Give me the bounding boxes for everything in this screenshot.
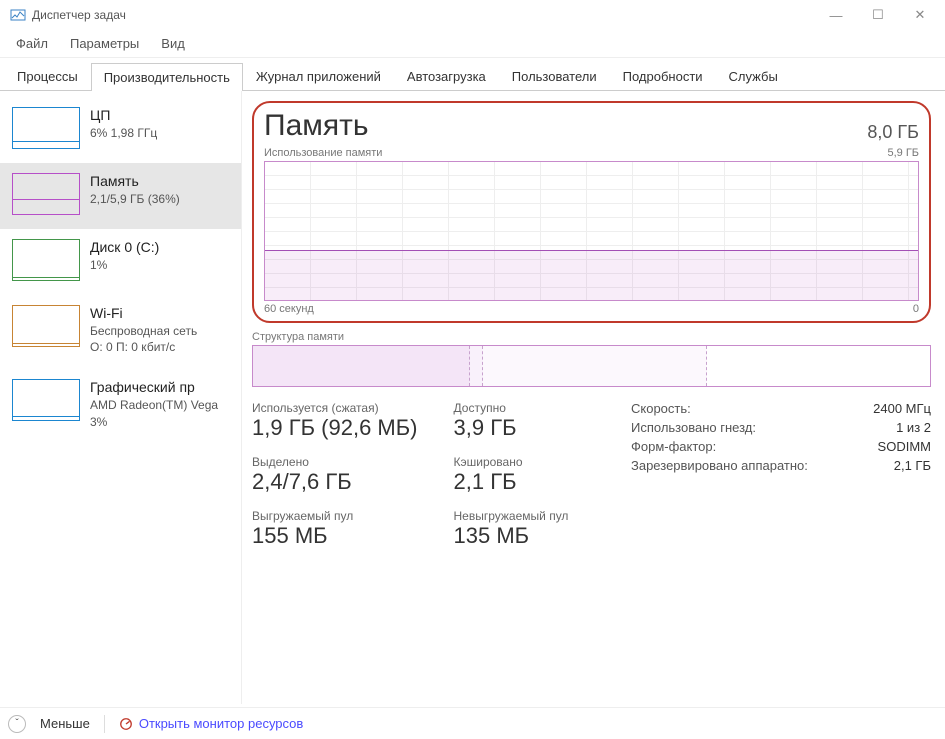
gpu-sub2: 3% [90,414,218,430]
resmon-icon [119,717,133,731]
tab-startup[interactable]: Автозагрузка [394,62,499,90]
specs-list: Скорость: 2400 МГц Использовано гнезд: 1 и… [631,401,931,549]
tab-processes[interactable]: Процессы [4,62,91,90]
wifi-thumb [12,305,80,347]
usage-label: Использование памяти [264,147,382,159]
disk-thumb [12,239,80,281]
wifi-sub: Беспроводная сеть [90,323,197,339]
wifi-sub2: О: 0 П: 0 кбит/с [90,339,197,355]
cached-value: 2,1 ГБ [454,469,569,495]
reserved-v: 2,1 ГБ [894,458,931,473]
panel-title: Память [264,109,369,143]
window-title: Диспетчер задач [32,8,126,22]
performance-sidebar: ЦП 6% 1,98 ГГц Память 2,1/5,9 ГБ (36%) Д… [0,91,242,704]
memory-sub: 2,1/5,9 ГБ (36%) [90,191,180,207]
tab-performance[interactable]: Производительность [91,63,243,91]
menu-view[interactable]: Вид [151,32,195,55]
committed-value: 2,4/7,6 ГБ [252,469,418,495]
seg-modified [470,346,484,386]
in-use-label: Используется (сжатая) [252,401,418,415]
form-v: SODIMM [878,439,931,454]
axis-right: 0 [913,303,919,315]
sidebar-item-wifi[interactable]: Wi-Fi Беспроводная сеть О: 0 П: 0 кбит/с [0,295,241,369]
tab-bar: Процессы Производительность Журнал прило… [0,58,945,91]
close-button[interactable]: ✕ [899,0,941,30]
gpu-title: Графический пр [90,379,218,395]
tab-apphistory[interactable]: Журнал приложений [243,62,394,90]
menu-file[interactable]: Файл [6,32,58,55]
footer: ˇ Меньше Открыть монитор ресурсов [0,707,945,739]
cpu-title: ЦП [90,107,157,123]
committed-label: Выделено [252,455,418,469]
memory-total: 8,0 ГБ [867,122,919,143]
usage-max: 5,9 ГБ [887,147,919,159]
struct-label: Структура памяти [252,331,931,343]
cpu-thumb [12,107,80,149]
title-bar: Диспетчер задач — ☐ ✕ [0,0,945,30]
fewer-label[interactable]: Меньше [40,716,90,731]
tab-details[interactable]: Подробности [610,62,716,90]
gpu-thumb [12,379,80,421]
in-use-value: 1,9 ГБ (92,6 МБ) [252,415,418,441]
gpu-sub: AMD Radeon(TM) Vega [90,397,218,413]
memory-thumb [12,173,80,215]
disk-title: Диск 0 (C:) [90,239,159,255]
sidebar-item-memory[interactable]: Память 2,1/5,9 ГБ (36%) [0,163,241,229]
seg-standby [483,346,706,386]
paged-label: Выгружаемый пул [252,509,418,523]
fewer-details-button[interactable]: ˇ [8,715,26,733]
memory-title: Память [90,173,180,189]
open-resource-monitor[interactable]: Открыть монитор ресурсов [119,716,303,731]
reserved-k: Зарезервировано аппаратно: [631,458,808,473]
nonpaged-label: Невыгружаемый пул [454,509,569,523]
tab-users[interactable]: Пользователи [499,62,610,90]
form-k: Форм-фактор: [631,439,716,454]
chart-fill [265,250,918,300]
sidebar-item-gpu[interactable]: Графический пр AMD Radeon(TM) Vega 3% [0,369,241,443]
sidebar-item-cpu[interactable]: ЦП 6% 1,98 ГГц [0,97,241,163]
resmon-label: Открыть монитор ресурсов [139,716,303,731]
paged-value: 155 МБ [252,523,418,549]
app-icon [10,7,26,23]
slots-v: 1 из 2 [896,420,931,435]
sidebar-item-disk[interactable]: Диск 0 (C:) 1% [0,229,241,295]
memory-composition-bar[interactable] [252,345,931,387]
seg-free [707,346,930,386]
minimize-button[interactable]: — [815,0,857,30]
memory-panel: Память 8,0 ГБ Использование памяти 5,9 Г… [242,91,945,704]
cached-label: Кэшировано [454,455,569,469]
available-label: Доступно [454,401,569,415]
available-value: 3,9 ГБ [454,415,569,441]
maximize-button[interactable]: ☐ [857,0,899,30]
wifi-title: Wi-Fi [90,305,197,321]
seg-in-use [253,346,470,386]
highlight-annotation: Память 8,0 ГБ Использование памяти 5,9 Г… [252,101,931,323]
memory-usage-chart[interactable] [264,161,919,301]
nonpaged-value: 135 МБ [454,523,569,549]
tab-services[interactable]: Службы [716,62,791,90]
cpu-sub: 6% 1,98 ГГц [90,125,157,141]
axis-left: 60 секунд [264,303,314,315]
slots-k: Использовано гнезд: [631,420,756,435]
menu-bar: Файл Параметры Вид [0,30,945,58]
disk-sub: 1% [90,257,159,273]
stats-grid: Используется (сжатая) 1,9 ГБ (92,6 МБ) Д… [252,401,568,549]
speed-k: Скорость: [631,401,691,416]
footer-separator [104,715,105,733]
menu-options[interactable]: Параметры [60,32,149,55]
speed-v: 2400 МГц [873,401,931,416]
